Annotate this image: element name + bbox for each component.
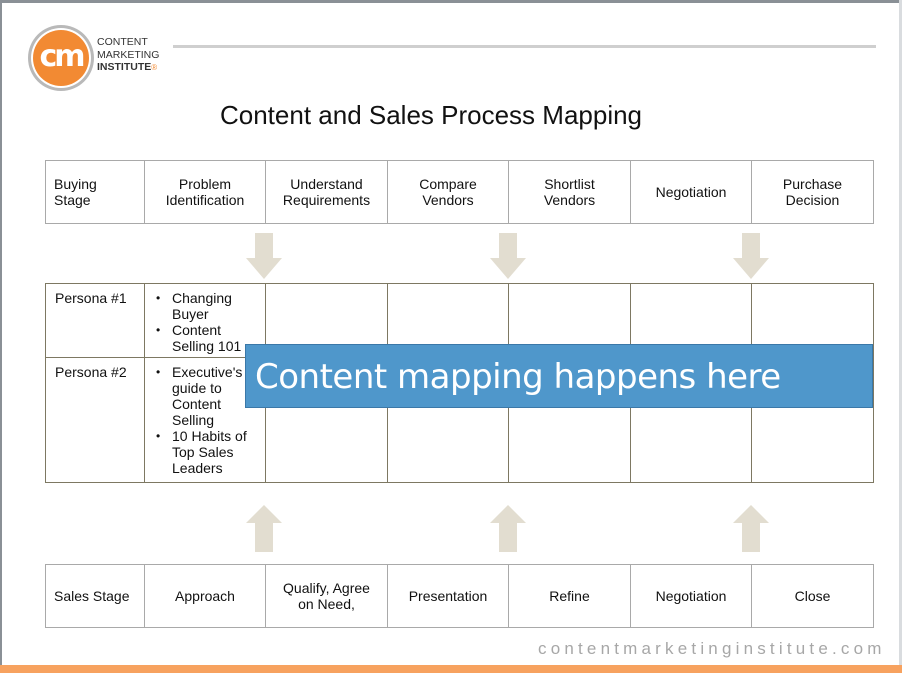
logo-line-3-text: INSTITUTE	[97, 61, 152, 73]
logo-wordmark: CONTENT MARKETING INSTITUTE®	[97, 36, 159, 75]
content-item: Changing Buyer	[156, 290, 257, 322]
sales-stage-header: Sales Stage	[45, 564, 145, 628]
persona-name: Persona #2	[45, 357, 145, 483]
slide-top-border	[0, 0, 902, 3]
sales-stage-cell: Negotiation	[630, 564, 752, 628]
arrow-down-icon	[246, 233, 282, 279]
content-item: 10 Habits of Top Sales Leaders	[156, 428, 257, 476]
arrow-up-icon	[733, 505, 769, 552]
buying-stage-cell: Negotiation	[630, 160, 752, 224]
content-mapping-banner: Content mapping happens here	[245, 344, 873, 408]
buying-stage-header: Buying Stage	[45, 160, 145, 224]
content-list: Changing Buyer Content Selling 101	[154, 290, 257, 354]
arrow-down-icon	[490, 233, 526, 279]
website-url: contentmarketinginstitute.com	[538, 639, 886, 658]
sales-stage-cell: Close	[751, 564, 874, 628]
sales-stage-table: Sales Stage Approach Qualify, Agree on N…	[45, 564, 874, 628]
buying-stage-cell: Shortlist Vendors	[508, 160, 631, 224]
persona-name: Persona #1	[45, 283, 145, 358]
buying-stage-cell: Compare Vendors	[387, 160, 509, 224]
sales-stage-cell: Refine	[508, 564, 631, 628]
logo-ring: cm	[31, 28, 91, 88]
sales-stage-row: Sales Stage Approach Qualify, Agree on N…	[45, 564, 874, 628]
header-divider	[173, 45, 876, 48]
arrow-down-icon	[733, 233, 769, 279]
buying-stage-cell: Understand Requirements	[265, 160, 388, 224]
sales-stage-cell: Presentation	[387, 564, 509, 628]
logo-line-1: CONTENT	[97, 36, 148, 48]
buying-stage-row: Buying Stage Problem Identification Unde…	[45, 160, 874, 224]
buying-stage-table: Buying Stage Problem Identification Unde…	[45, 160, 874, 224]
sales-stage-cell: Approach	[144, 564, 266, 628]
sales-stage-cell: Qualify, Agree on Need,	[265, 564, 388, 628]
slide-title: Content and Sales Process Mapping	[219, 100, 643, 130]
buying-stage-cell: Problem Identification	[144, 160, 266, 224]
arrow-up-icon	[246, 505, 282, 552]
buying-stage-cell: Purchase Decision	[751, 160, 874, 224]
content-list: Executive's guide to Content Selling 10 …	[154, 364, 257, 476]
arrow-up-icon	[490, 505, 526, 552]
logo-line-2: MARKETING	[97, 48, 160, 61]
logo-line-3: INSTITUTE®	[97, 61, 159, 75]
registered-mark: ®	[151, 63, 158, 72]
logo-glyph: cm	[33, 30, 89, 86]
cmi-logo: cm	[28, 25, 94, 91]
footer-bar	[0, 665, 902, 673]
